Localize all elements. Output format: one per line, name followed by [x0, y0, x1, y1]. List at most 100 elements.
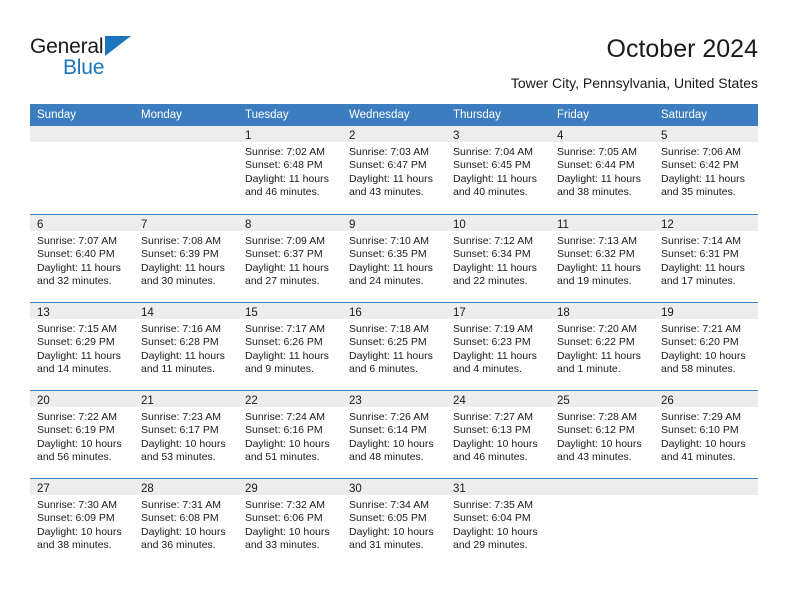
sunset-text: Sunset: 6:34 PM	[453, 248, 531, 261]
day-number-band: 28	[134, 479, 238, 495]
calendar-day-cell[interactable]: 18 Sunrise: 7:20 AM Sunset: 6:22 PM Dayligh…	[550, 303, 654, 390]
logo-triangle-icon	[105, 36, 131, 56]
day-number: 5	[661, 130, 668, 142]
calendar-day-cell[interactable]: 1 Sunrise: 7:02 AM Sunset: 6:48 PM Daylight…	[238, 126, 342, 214]
sunset-text: Sunset: 6:05 PM	[349, 512, 427, 525]
day-number: 13	[37, 307, 50, 319]
day-number-band: 27	[30, 479, 134, 495]
day-number-band: 13	[30, 303, 134, 319]
sunset-text: Sunset: 6:12 PM	[557, 424, 635, 437]
dow-monday: Monday	[141, 109, 182, 121]
day-number: 3	[453, 130, 460, 142]
daylight-text: Daylight: 11 hours and 22 minutes.	[453, 261, 537, 288]
day-details: Sunrise: 7:20 AM Sunset: 6:22 PM Daylight:…	[550, 319, 654, 377]
daylight-text: Daylight: 11 hours and 38 minutes.	[557, 172, 641, 199]
day-number: 7	[141, 219, 148, 231]
day-number-band: 11	[550, 215, 654, 231]
calendar-day-cell[interactable]: 22 Sunrise: 7:24 AM Sunset: 6:16 PM Dayligh…	[238, 391, 342, 478]
calendar-day-cell[interactable]: 7 Sunrise: 7:08 AM Sunset: 6:39 PM Daylight…	[134, 215, 238, 302]
sunset-text: Sunset: 6:32 PM	[557, 248, 635, 261]
day-details: Sunrise: 7:16 AM Sunset: 6:28 PM Daylight:…	[134, 319, 238, 377]
calendar-week-row: 13 Sunrise: 7:15 AM Sunset: 6:29 PM Dayligh…	[30, 302, 758, 390]
day-number: 4	[557, 130, 564, 142]
sunset-text: Sunset: 6:09 PM	[37, 512, 115, 525]
day-details: Sunrise: 7:05 AM Sunset: 6:44 PM Daylight:…	[550, 142, 654, 200]
sunset-text: Sunset: 6:04 PM	[453, 512, 531, 525]
daylight-text: Daylight: 11 hours and 6 minutes.	[349, 349, 433, 376]
day-number-band: 14	[134, 303, 238, 319]
day-number: 22	[245, 395, 258, 407]
calendar-day-cell[interactable]: 24 Sunrise: 7:27 AM Sunset: 6:13 PM Dayligh…	[446, 391, 550, 478]
day-details: Sunrise: 7:19 AM Sunset: 6:23 PM Daylight:…	[446, 319, 550, 377]
calendar-day-cell[interactable]: 10 Sunrise: 7:12 AM Sunset: 6:34 PM Dayligh…	[446, 215, 550, 302]
day-number-band	[550, 479, 654, 495]
calendar-day-cell[interactable]: 16 Sunrise: 7:18 AM Sunset: 6:25 PM Dayligh…	[342, 303, 446, 390]
calendar-day-cell[interactable]: 28 Sunrise: 7:31 AM Sunset: 6:08 PM Dayligh…	[134, 479, 238, 566]
daylight-text: Daylight: 11 hours and 30 minutes.	[141, 261, 225, 288]
calendar-day-cell[interactable]: 30 Sunrise: 7:34 AM Sunset: 6:05 PM Dayligh…	[342, 479, 446, 566]
calendar-day-cell[interactable]: 15 Sunrise: 7:17 AM Sunset: 6:26 PM Dayligh…	[238, 303, 342, 390]
day-number: 31	[453, 483, 466, 495]
daylight-text: Daylight: 11 hours and 43 minutes.	[349, 172, 433, 199]
calendar-day-cell[interactable]: 6 Sunrise: 7:07 AM Sunset: 6:40 PM Daylight…	[30, 215, 134, 302]
dow-saturday: Saturday	[661, 109, 708, 121]
calendar-day-cell[interactable]: 19 Sunrise: 7:21 AM Sunset: 6:20 PM Dayligh…	[654, 303, 758, 390]
day-details: Sunrise: 7:28 AM Sunset: 6:12 PM Daylight:…	[550, 407, 654, 465]
daylight-text: Daylight: 10 hours and 58 minutes.	[661, 349, 746, 376]
calendar-day-cell[interactable]: 2 Sunrise: 7:03 AM Sunset: 6:47 PM Daylight…	[342, 126, 446, 214]
day-number-band: 6	[30, 215, 134, 231]
day-details: Sunrise: 7:02 AM Sunset: 6:48 PM Daylight:…	[238, 142, 342, 200]
calendar-day-cell[interactable]: 26 Sunrise: 7:29 AM Sunset: 6:10 PM Dayligh…	[654, 391, 758, 478]
day-number-band: 5	[654, 126, 758, 142]
calendar-day-cell[interactable]: 17 Sunrise: 7:19 AM Sunset: 6:23 PM Dayligh…	[446, 303, 550, 390]
calendar-day-cell[interactable]: 9 Sunrise: 7:10 AM Sunset: 6:35 PM Daylight…	[342, 215, 446, 302]
calendar-day-cell[interactable]: 29 Sunrise: 7:32 AM Sunset: 6:06 PM Dayligh…	[238, 479, 342, 566]
sunset-text: Sunset: 6:23 PM	[453, 336, 531, 349]
sunrise-text: Sunrise: 7:02 AM	[245, 146, 325, 158]
calendar-day-cell[interactable]: 14 Sunrise: 7:16 AM Sunset: 6:28 PM Dayligh…	[134, 303, 238, 390]
day-number-band	[134, 126, 238, 142]
day-number-band: 31	[446, 479, 550, 495]
sunset-text: Sunset: 6:06 PM	[245, 512, 323, 525]
calendar-day-cell[interactable]: 4 Sunrise: 7:05 AM Sunset: 6:44 PM Daylight…	[550, 126, 654, 214]
daylight-text: Daylight: 11 hours and 19 minutes.	[557, 261, 641, 288]
calendar-day-cell[interactable]: 31 Sunrise: 7:35 AM Sunset: 6:04 PM Dayligh…	[446, 479, 550, 566]
calendar-day-cell[interactable]: 23 Sunrise: 7:26 AM Sunset: 6:14 PM Dayligh…	[342, 391, 446, 478]
sunset-text: Sunset: 6:44 PM	[557, 159, 635, 172]
calendar-week-row: 1 Sunrise: 7:02 AM Sunset: 6:48 PM Daylight…	[30, 126, 758, 214]
calendar-day-cell[interactable]: 20 Sunrise: 7:22 AM Sunset: 6:19 PM Dayligh…	[30, 391, 134, 478]
sunset-text: Sunset: 6:08 PM	[141, 512, 219, 525]
day-number: 6	[37, 219, 44, 231]
daylight-text: Daylight: 11 hours and 17 minutes.	[661, 261, 745, 288]
calendar-day-cell[interactable]: 11 Sunrise: 7:13 AM Sunset: 6:32 PM Dayligh…	[550, 215, 654, 302]
sunset-text: Sunset: 6:40 PM	[37, 248, 115, 261]
day-details: Sunrise: 7:24 AM Sunset: 6:16 PM Daylight:…	[238, 407, 342, 465]
day-number-band: 3	[446, 126, 550, 142]
calendar-day-cell[interactable]: 13 Sunrise: 7:15 AM Sunset: 6:29 PM Dayligh…	[30, 303, 134, 390]
sunset-text: Sunset: 6:17 PM	[141, 424, 219, 437]
calendar-day-cell[interactable]: 12 Sunrise: 7:14 AM Sunset: 6:31 PM Dayligh…	[654, 215, 758, 302]
calendar-day-cell[interactable]: 21 Sunrise: 7:23 AM Sunset: 6:17 PM Dayligh…	[134, 391, 238, 478]
sunset-text: Sunset: 6:45 PM	[453, 159, 531, 172]
day-details	[654, 495, 758, 499]
calendar-day-cell[interactable]: 8 Sunrise: 7:09 AM Sunset: 6:37 PM Daylight…	[238, 215, 342, 302]
sunset-text: Sunset: 6:14 PM	[349, 424, 427, 437]
sunset-text: Sunset: 6:10 PM	[661, 424, 739, 437]
daylight-text: Daylight: 11 hours and 9 minutes.	[245, 349, 329, 376]
calendar-day-cell[interactable]: 27 Sunrise: 7:30 AM Sunset: 6:09 PM Dayligh…	[30, 479, 134, 566]
sunset-text: Sunset: 6:16 PM	[245, 424, 323, 437]
sunrise-text: Sunrise: 7:17 AM	[245, 323, 325, 335]
sunrise-text: Sunrise: 7:05 AM	[557, 146, 637, 158]
day-details: Sunrise: 7:31 AM Sunset: 6:08 PM Daylight:…	[134, 495, 238, 553]
calendar-day-cell[interactable]: 25 Sunrise: 7:28 AM Sunset: 6:12 PM Dayligh…	[550, 391, 654, 478]
calendar-week-row: 20 Sunrise: 7:22 AM Sunset: 6:19 PM Dayligh…	[30, 390, 758, 478]
day-details: Sunrise: 7:27 AM Sunset: 6:13 PM Daylight:…	[446, 407, 550, 465]
sunset-text: Sunset: 6:22 PM	[557, 336, 635, 349]
sunrise-text: Sunrise: 7:19 AM	[453, 323, 533, 335]
day-number: 30	[349, 483, 362, 495]
day-details: Sunrise: 7:10 AM Sunset: 6:35 PM Daylight:…	[342, 231, 446, 289]
sunrise-text: Sunrise: 7:28 AM	[557, 411, 637, 423]
sunrise-text: Sunrise: 7:09 AM	[245, 235, 325, 247]
calendar-day-cell[interactable]: 3 Sunrise: 7:04 AM Sunset: 6:45 PM Daylight…	[446, 126, 550, 214]
calendar-day-cell[interactable]: 5 Sunrise: 7:06 AM Sunset: 6:42 PM Daylight…	[654, 126, 758, 214]
